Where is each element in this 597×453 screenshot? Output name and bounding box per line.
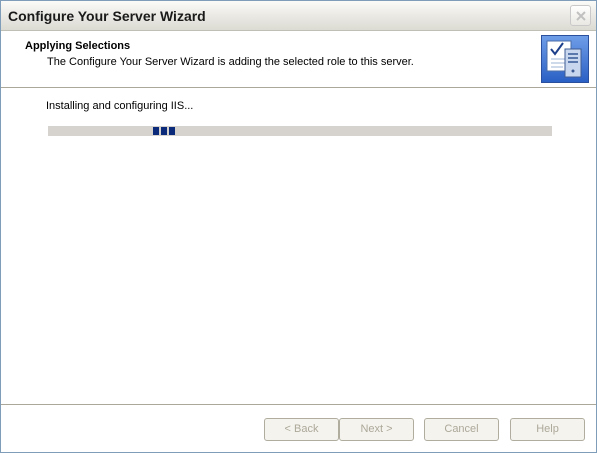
header-subtitle: The Configure Your Server Wizard is addi… — [47, 56, 414, 68]
close-button[interactable] — [570, 5, 591, 26]
progress-block — [153, 127, 159, 135]
header-separator — [1, 87, 596, 89]
title-bar[interactable]: Configure Your Server Wizard — [1, 1, 596, 31]
footer-separator — [1, 404, 596, 406]
back-button[interactable]: < Back — [264, 418, 339, 441]
cancel-button[interactable]: Cancel — [424, 418, 499, 441]
progress-block — [161, 127, 167, 135]
header-title: Applying Selections — [25, 40, 131, 52]
status-text: Installing and configuring IIS... — [46, 100, 194, 112]
wizard-header: Applying Selections The Configure Your S… — [1, 31, 596, 87]
wizard-window: Configure Your Server Wizard Applying Se… — [0, 0, 597, 453]
next-button[interactable]: Next > — [339, 418, 414, 441]
progress-bar — [48, 126, 552, 136]
window-title: Configure Your Server Wizard — [8, 8, 206, 24]
server-wizard-icon — [541, 35, 589, 83]
close-icon — [576, 11, 586, 21]
help-button[interactable]: Help — [510, 418, 585, 441]
progress-block — [169, 127, 175, 135]
